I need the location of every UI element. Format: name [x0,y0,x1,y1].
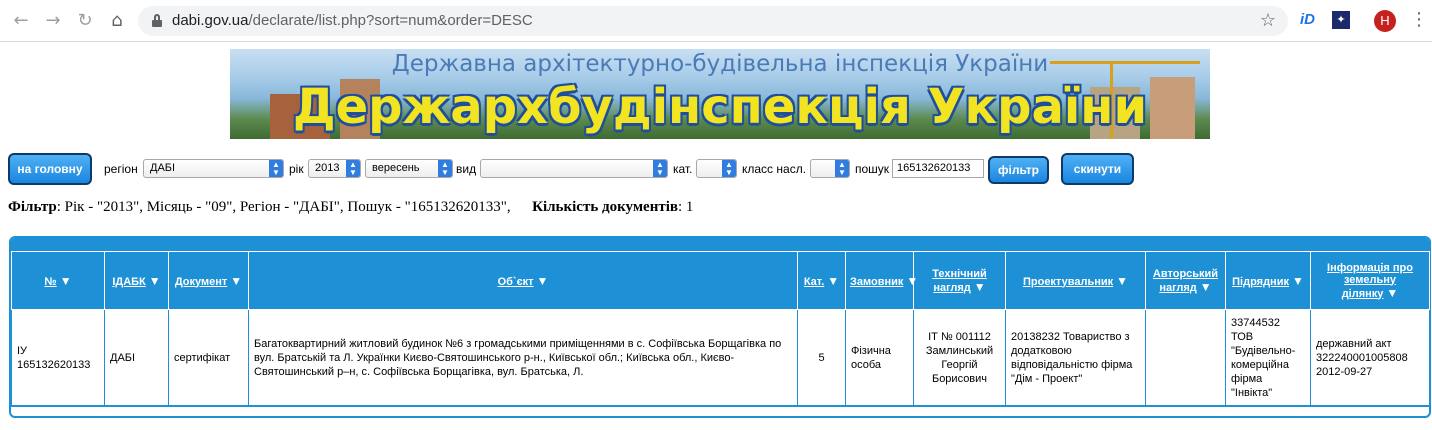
sort-arrow-icon: ▼ [906,273,919,288]
url-text[interactable]: dabi.gov.ua/declarate/list.php?sort=num&… [172,12,533,29]
table-header-row: № ▼ ІДАБК ▼ Документ ▼ Об`єкт ▼ Кат. ▼ Замовн… [11,251,1430,310]
cell-land-info: державний акт 322240001005808 2012-09-27 [1310,309,1430,406]
month-select-value: вересень [372,162,420,174]
col-header-tech-supervision[interactable]: Технічний нагляд ▼ [913,251,1006,310]
sort-arrow-icon: ▼ [973,279,986,294]
url-host: dabi.gov.ua [172,12,249,29]
type-select[interactable]: ▲ ▼ [480,159,668,178]
reload-icon[interactable]: ↻ [74,10,96,32]
col-header-category[interactable]: Кат. ▼ [797,251,846,310]
category-select[interactable]: ▲ ▼ [696,159,737,178]
table-top-bar [11,238,1429,251]
sort-link-num[interactable]: № [44,276,56,288]
reset-button[interactable]: скинути [1061,153,1134,185]
col-header-customer[interactable]: Замовник ▼ [845,251,918,310]
sort-arrow-icon: ▼ [59,273,72,288]
search-label: пошук [855,162,890,176]
browser-toolbar: ← → ↻ ⌂ dabi.gov.ua/declarate/list.php?s… [0,0,1432,42]
home-button[interactable]: на головну [8,153,92,185]
chevron-updown-icon: ▲ ▼ [722,160,736,177]
year-select-value: 2013 [315,162,340,174]
extension-icon[interactable]: ✦ [1332,11,1350,29]
col-header-contractor[interactable]: Підрядник ▼ [1225,251,1311,310]
sort-link-document[interactable]: Документ [175,276,227,288]
class-label: класс насл. [742,162,807,176]
sort-link-land-info[interactable]: Інформація про земельну ділянку [1327,262,1413,300]
sort-link-idabk[interactable]: ІДАБК [112,276,145,288]
region-select[interactable]: ДАБІ ▲ ▼ [143,159,284,178]
type-label: вид [456,162,477,176]
extension-id-icon[interactable]: iD [1300,11,1315,28]
sort-link-category[interactable]: Кат. [804,276,824,288]
sort-link-object[interactable]: Об`єкт [498,276,534,288]
filter-summary-text: : Рік - "2013", Місяць - "09", Регіон - … [56,199,511,215]
cell-idabk: ДАБІ [104,309,169,406]
region-select-value: ДАБІ [150,162,176,174]
cell-contractor: 33744532 ТОВ "Будівельно-комерційна фірм… [1225,309,1311,406]
cell-tech-supervision: ІТ № 001112 Замлинський Георгій Борисови… [913,309,1006,406]
banner-title: Держархбудінспекція України [292,79,1148,135]
col-header-document[interactable]: Документ ▼ [168,251,249,310]
cell-author-supervision [1145,309,1226,406]
sort-arrow-icon: ▼ [1291,273,1304,288]
site-banner: Державна архітектурно-будівельна інспекц… [230,49,1210,139]
forward-arrow-icon[interactable]: → [42,10,64,32]
sort-arrow-icon: ▼ [1199,279,1212,294]
cell-num: ІУ 165132620133 [11,309,105,406]
col-header-idabk[interactable]: ІДАБК ▼ [104,251,169,310]
sort-arrow-icon: ▼ [1386,285,1399,300]
cell-customer: Фізична особа [845,309,914,406]
filter-button[interactable]: фільтр [988,156,1049,184]
sort-link-customer[interactable]: Замовник [850,276,903,288]
bookmark-star-icon[interactable]: ☆ [1260,10,1276,31]
sort-arrow-icon: ▼ [148,273,161,288]
table-row: ІУ 165132620133 ДАБІ сертифікат Багатокв… [11,309,1430,406]
back-arrow-icon[interactable]: ← [10,10,32,32]
filter-summary: Фільтр: Рік - "2013", Місяць - "09", Рег… [8,199,693,216]
sort-arrow-icon: ▼ [827,273,840,288]
class-select[interactable]: ▲ ▼ [810,159,850,178]
cell-object: Багатоквартирний житловий будинок №6 з г… [248,309,798,406]
sort-arrow-icon: ▼ [536,273,549,288]
col-header-land-info[interactable]: Інформація про земельну ділянку ▼ [1310,251,1430,310]
sort-arrow-icon: ▼ [1116,273,1129,288]
chevron-updown-icon: ▲ ▼ [835,160,849,177]
document-count-value: : 1 [677,199,694,215]
cell-category: 5 [797,309,846,406]
document-count-label: Кількість документів [532,199,678,215]
sort-arrow-icon: ▼ [230,273,243,288]
search-input[interactable]: 165132620133 [892,159,984,178]
url-path: /declarate/list.php?sort=num&order=DESC [248,12,533,29]
sort-link-designer[interactable]: Проектувальник [1023,276,1113,288]
col-header-designer[interactable]: Проектувальник ▼ [1005,251,1146,310]
home-icon[interactable]: ⌂ [106,10,128,32]
address-bar[interactable]: dabi.gov.ua/declarate/list.php?sort=num&… [138,6,1288,36]
browser-menu-icon[interactable]: ⋮ [1410,9,1428,30]
lock-icon [152,14,162,27]
year-label: рік [289,162,304,176]
results-table: № ▼ ІДАБК ▼ Документ ▼ Об`єкт ▼ Кат. ▼ Замовн… [11,251,1430,406]
banner-subtitle: Державна архітектурно-будівельна інспекц… [391,51,1049,77]
results-table-container: № ▼ ІДАБК ▼ Документ ▼ Об`єкт ▼ Кат. ▼ Замовн… [9,236,1431,418]
col-header-author-supervision[interactable]: Авторський нагляд ▼ [1145,251,1226,310]
cell-designer: 20138232 Товариство з додатковою відпові… [1005,309,1146,406]
month-select[interactable]: вересень ▲ ▼ [365,159,453,178]
col-header-num[interactable]: № ▼ [11,251,105,310]
chevron-updown-icon: ▲ ▼ [438,160,452,177]
region-label: регіон [104,162,138,176]
chevron-updown-icon: ▲ ▼ [269,160,283,177]
year-select[interactable]: 2013 ▲ ▼ [308,159,361,178]
sort-link-contractor[interactable]: Підрядник [1232,276,1289,288]
col-header-object[interactable]: Об`єкт ▼ [248,251,798,310]
filter-summary-label: Фільтр [8,199,57,215]
category-label: кат. [673,162,693,176]
table-bottom-rule [11,406,1429,407]
profile-avatar[interactable]: H [1374,10,1396,32]
chevron-updown-icon: ▲ ▼ [653,160,667,177]
cell-document: сертифікат [168,309,249,406]
chevron-updown-icon: ▲ ▼ [346,160,360,177]
